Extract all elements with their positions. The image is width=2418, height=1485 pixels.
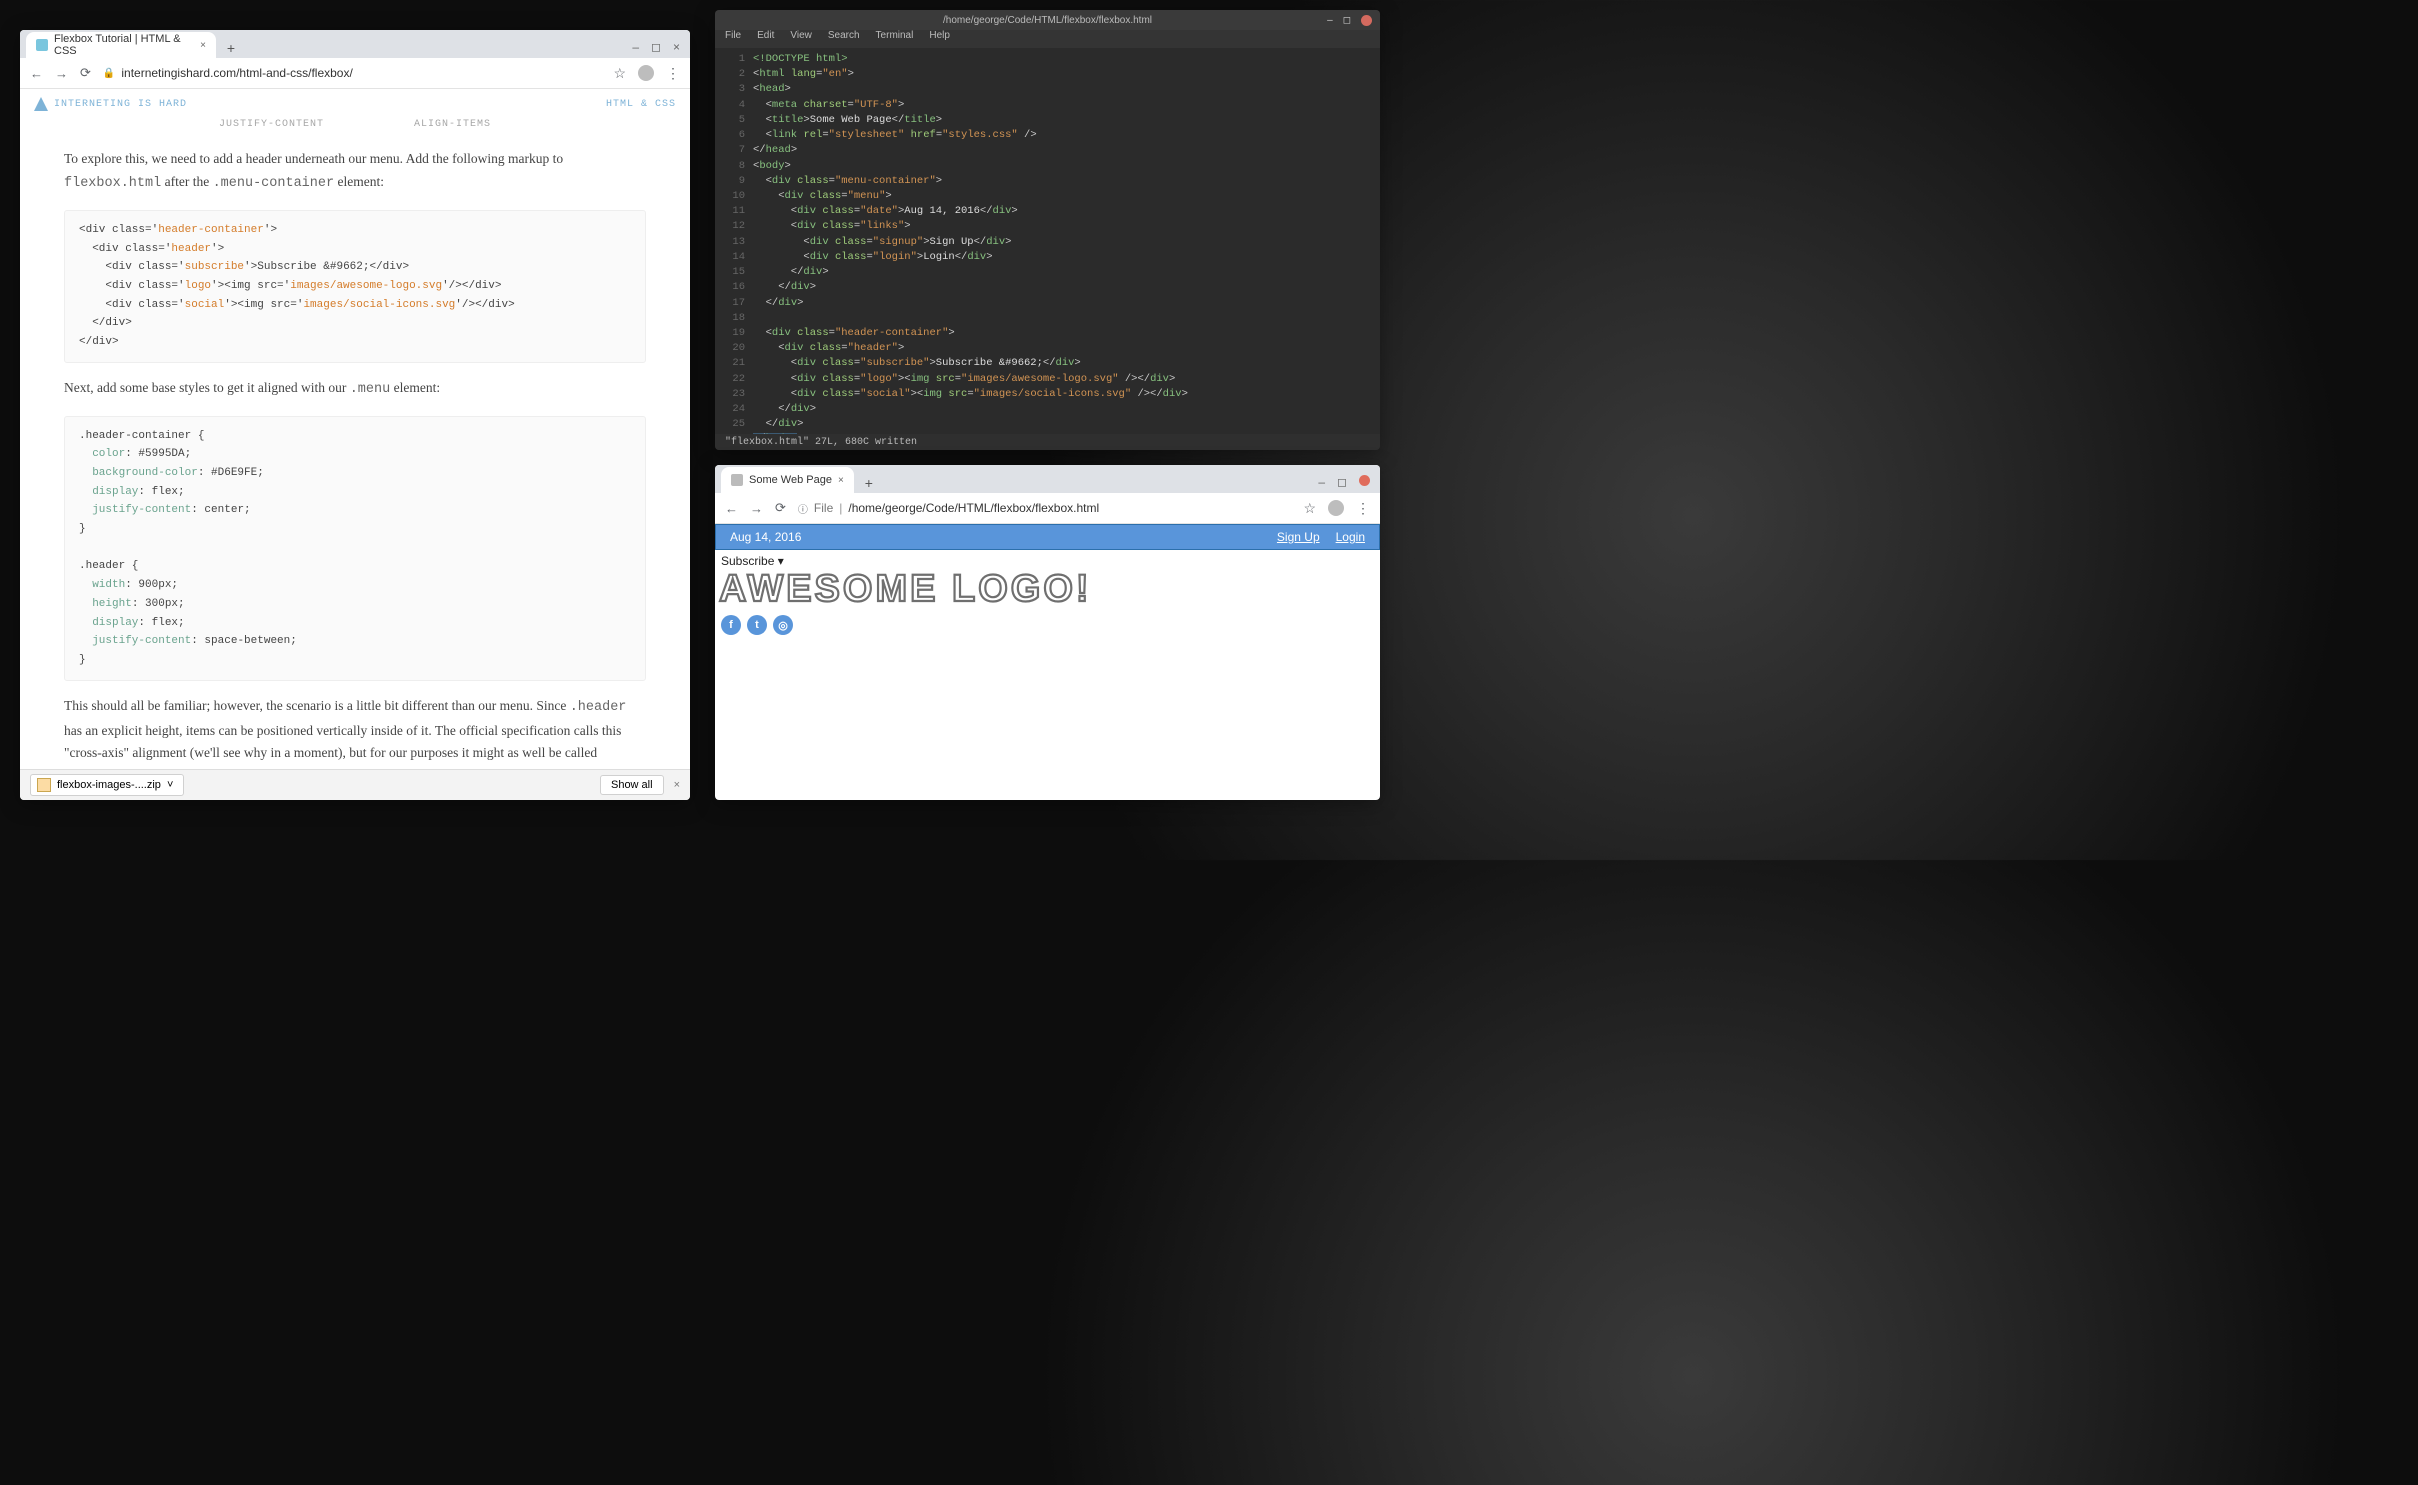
- instagram-icon[interactable]: ◎: [773, 615, 793, 635]
- zip-file-icon: [37, 778, 51, 792]
- back-button[interactable]: ←: [725, 501, 738, 516]
- site-logo-icon: [34, 97, 48, 111]
- new-tab-button[interactable]: +: [220, 38, 242, 58]
- browser-tab-active[interactable]: Some Web Page ×: [721, 467, 854, 493]
- maximize-icon[interactable]: ◻: [651, 40, 661, 54]
- maximize-icon[interactable]: ◻: [1337, 475, 1347, 489]
- code-block-html[interactable]: <div class='header-container'> <div clas…: [64, 210, 646, 363]
- download-item[interactable]: flexbox-images-....zip ˅: [30, 774, 184, 796]
- tab-favicon: [731, 474, 743, 486]
- address-bar[interactable]: 🔒 internetingishard.com/html-and-css/fle…: [103, 66, 602, 80]
- bookmark-star-icon[interactable]: ☆: [613, 65, 626, 82]
- page-menu-date: Aug 14, 2016: [730, 530, 801, 544]
- editor-menu-edit[interactable]: Edit: [757, 30, 774, 48]
- download-chevron-icon[interactable]: ˅: [167, 779, 173, 791]
- url-text: internetingishard.com/html-and-css/flexb…: [121, 66, 352, 80]
- site-info-icon: ⓘ: [798, 501, 808, 516]
- page-subscribe[interactable]: Subscribe ▾: [715, 550, 1380, 568]
- forward-button[interactable]: →: [55, 66, 68, 81]
- diagram-label-align: ALIGN-ITEMS: [414, 119, 491, 130]
- browser-tabbar: Some Web Page × + – ◻: [715, 465, 1380, 493]
- minimize-icon[interactable]: –: [1327, 15, 1333, 26]
- twitter-icon[interactable]: t: [747, 615, 767, 635]
- close-window-icon[interactable]: [1361, 15, 1372, 26]
- new-tab-button[interactable]: +: [858, 473, 880, 493]
- page-menu-login[interactable]: Login: [1336, 530, 1365, 544]
- paragraph: This should all be familiar; however, th…: [64, 695, 646, 769]
- back-button[interactable]: ←: [30, 66, 43, 81]
- window-controls: – ◻: [1308, 471, 1380, 493]
- tab-title: Flexbox Tutorial | HTML & CSS: [54, 33, 194, 57]
- paragraph: Next, add some base styles to get it ali…: [64, 377, 646, 402]
- url-scheme: File: [814, 501, 833, 515]
- forward-button[interactable]: →: [750, 501, 763, 516]
- close-tab-icon[interactable]: ×: [200, 40, 206, 51]
- editor-menu-terminal[interactable]: Terminal: [876, 30, 914, 48]
- browser-tab-active[interactable]: Flexbox Tutorial | HTML & CSS ×: [26, 32, 216, 58]
- lock-icon: 🔒: [103, 68, 115, 79]
- editor-menu-view[interactable]: View: [790, 30, 812, 48]
- site-name: INTERNETING IS HARD: [54, 99, 187, 110]
- nav-link-html-css[interactable]: HTML & CSS: [606, 99, 676, 110]
- browser-menu-kebab-icon[interactable]: ⋮: [1356, 500, 1370, 517]
- editor-titlebar[interactable]: /home/george/Code/HTML/flexbox/flexbox.h…: [715, 10, 1380, 30]
- downloads-bar: flexbox-images-....zip ˅ Show all ×: [20, 769, 690, 800]
- page-social-icons: ft ◎: [715, 611, 1380, 639]
- editor-title-text: /home/george/Code/HTML/flexbox/flexbox.h…: [943, 15, 1152, 26]
- editor-menu-help[interactable]: Help: [929, 30, 950, 48]
- minimize-icon[interactable]: –: [1318, 475, 1325, 489]
- minimize-icon[interactable]: –: [632, 40, 639, 54]
- diagram-label-justify: JUSTIFY-CONTENT: [219, 119, 324, 130]
- editor-text-area[interactable]: 1<!DOCTYPE html> 2<html lang="en"> 3<hea…: [715, 48, 1380, 434]
- reload-button[interactable]: ⟳: [80, 65, 91, 81]
- maximize-icon[interactable]: ◻: [1343, 15, 1351, 26]
- profile-avatar-icon[interactable]: [638, 65, 654, 81]
- browser-tabbar: Flexbox Tutorial | HTML & CSS × + – ◻ ×: [20, 30, 690, 58]
- paragraph: To explore this, we need to add a header…: [64, 148, 646, 196]
- reload-button[interactable]: ⟳: [775, 500, 786, 516]
- browser-toolbar: ← → ⟳ ⓘ File | /home/george/Code/HTML/fl…: [715, 493, 1380, 524]
- editor-status-bar: "flexbox.html" 27L, 680C written: [715, 434, 1380, 450]
- tab-favicon: [36, 39, 48, 51]
- show-all-downloads-button[interactable]: Show all: [600, 775, 664, 795]
- close-window-icon[interactable]: [1359, 475, 1370, 486]
- page-menu-signup[interactable]: Sign Up: [1277, 530, 1320, 544]
- facebook-icon[interactable]: f: [721, 615, 741, 635]
- preview-browser-window: Some Web Page × + – ◻ ← → ⟳ ⓘ File | /ho…: [715, 465, 1380, 800]
- url-text: /home/george/Code/HTML/flexbox/flexbox.h…: [848, 501, 1099, 515]
- browser-menu-kebab-icon[interactable]: ⋮: [666, 65, 680, 82]
- site-logo[interactable]: INTERNETING IS HARD: [34, 97, 187, 111]
- code-block-css[interactable]: .header-container { color: #5995DA; back…: [64, 416, 646, 681]
- site-header: INTERNETING IS HARD HTML & CSS: [20, 89, 690, 119]
- page-logo: AWESOME LOGO!: [715, 568, 1380, 611]
- editor-menu-file[interactable]: File: [725, 30, 741, 48]
- close-tab-icon[interactable]: ×: [838, 475, 844, 486]
- tab-title: Some Web Page: [749, 474, 832, 486]
- editor-menu-search[interactable]: Search: [828, 30, 860, 48]
- editor-menubar: File Edit View Search Terminal Help: [715, 30, 1380, 48]
- profile-avatar-icon[interactable]: [1328, 500, 1344, 516]
- window-controls: – ◻ ×: [622, 36, 690, 58]
- browser-toolbar: ← → ⟳ 🔒 internetingishard.com/html-and-c…: [20, 58, 690, 89]
- address-bar[interactable]: ⓘ File | /home/george/Code/HTML/flexbox/…: [798, 501, 1292, 516]
- close-window-icon[interactable]: ×: [673, 40, 680, 54]
- page-menu-bar: Aug 14, 2016 Sign Up Login: [715, 524, 1380, 550]
- tutorial-browser-window: Flexbox Tutorial | HTML & CSS × + – ◻ × …: [20, 30, 690, 800]
- editor-window: /home/george/Code/HTML/flexbox/flexbox.h…: [715, 10, 1380, 450]
- bookmark-star-icon[interactable]: ☆: [1303, 500, 1316, 517]
- download-filename: flexbox-images-....zip: [57, 779, 161, 791]
- close-downloads-bar-icon[interactable]: ×: [674, 779, 680, 791]
- article-content[interactable]: JUSTIFY-CONTENT ALIGN-ITEMS To explore t…: [20, 119, 690, 769]
